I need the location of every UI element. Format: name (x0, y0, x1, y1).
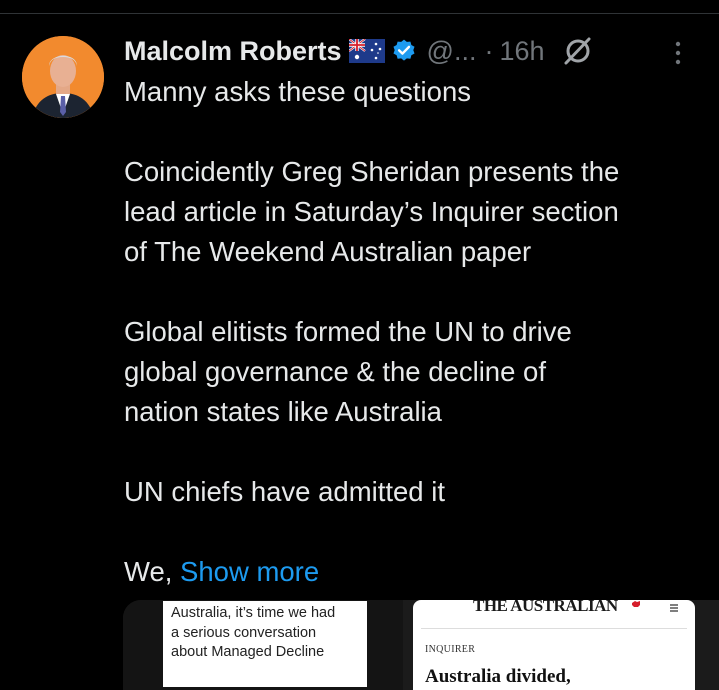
author-handle[interactable]: @... (427, 36, 477, 67)
note-card: Australia, it’s time we had a serious co… (163, 601, 367, 687)
section-label: INQUIRER (425, 644, 476, 655)
show-more-link[interactable]: Show more (180, 556, 319, 587)
body-line: lead article in Saturday’s Inquirer sect… (124, 196, 619, 227)
body-line-last: We, Show more (124, 552, 704, 592)
body-line: of The Weekend Australian paper (124, 236, 532, 267)
body-line: Manny asks these questions (124, 76, 471, 107)
note-line: a serious conversation (171, 624, 317, 641)
note-line: Australia, it’s time we had (171, 605, 336, 621)
verified-badge-icon (393, 39, 415, 61)
australia-map-icon (632, 601, 640, 607)
body-line: UN chiefs have admitted it (124, 476, 445, 507)
newspaper-brand: THE AUSTRALIAN (473, 600, 618, 615)
media-grid[interactable]: Australia, it’s time we had a serious co… (123, 600, 719, 690)
avatar[interactable] (22, 36, 104, 118)
menu-icon (670, 604, 678, 612)
separator-dot: · (484, 35, 494, 66)
media-image-right[interactable]: THE AUSTRALIAN INQUIRER Australia divide… (413, 600, 695, 690)
body-line: nation states like Australia (124, 396, 442, 427)
timestamp[interactable]: 16h (499, 36, 544, 67)
tweet-header: Malcolm Roberts @... · 16h (124, 33, 593, 69)
divider (421, 628, 687, 629)
profile-photo (22, 36, 104, 118)
top-divider (0, 13, 719, 14)
note-line: about Managed Decline (171, 644, 325, 660)
author-name[interactable]: Malcolm Roberts (124, 36, 342, 67)
media-image-left[interactable]: Australia, it’s time we had a serious co… (123, 600, 403, 690)
grok-icon[interactable] (561, 35, 593, 67)
body-prefix: We, (124, 556, 181, 587)
australia-flag-icon (348, 39, 385, 63)
body-line: Coincidently Greg Sheridan presents the (124, 156, 620, 187)
more-vertical-icon[interactable] (668, 38, 688, 68)
body-line: Global elitists formed the UN to drive (124, 316, 572, 347)
tweet-body: Manny asks these questions Coincidently … (124, 72, 704, 592)
body-line: global governance & the decline of (124, 356, 546, 387)
